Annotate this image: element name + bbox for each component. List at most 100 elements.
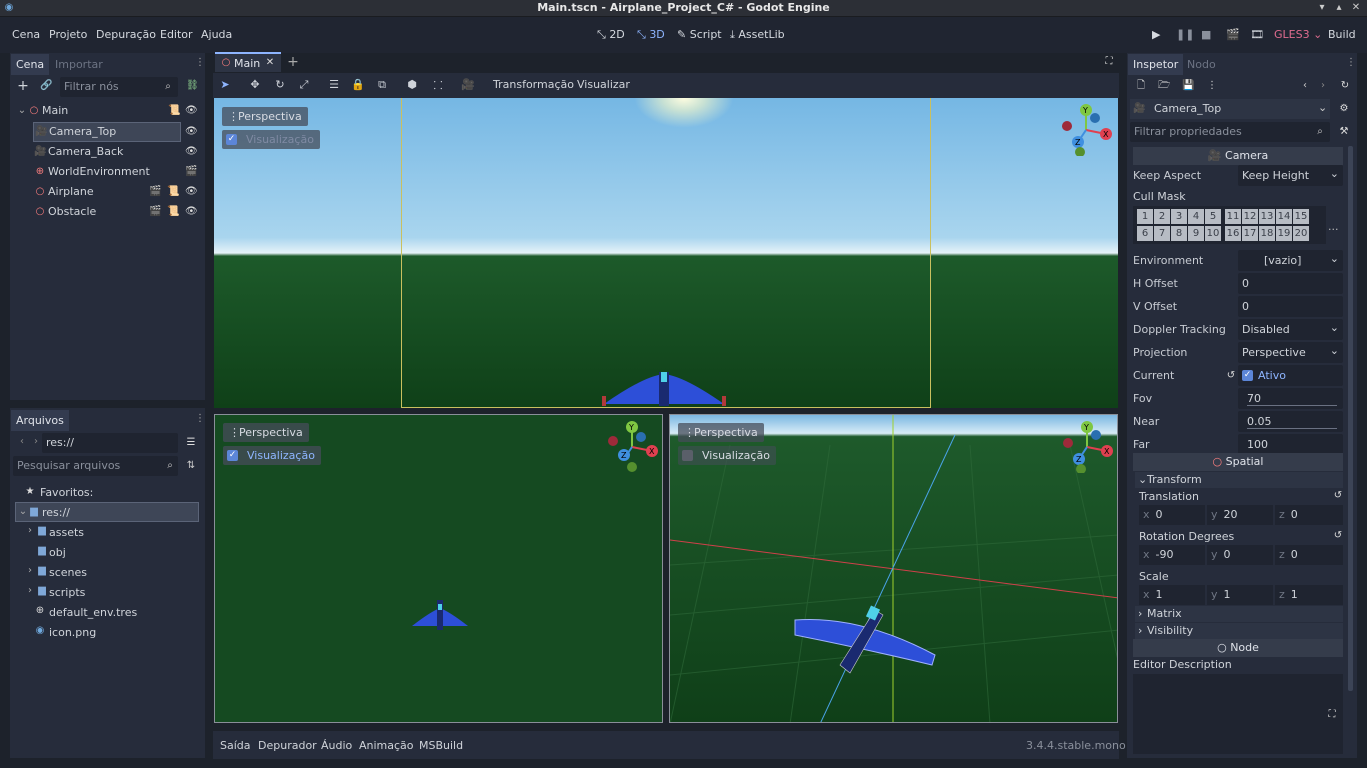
tab-msbuild[interactable]: MSBuild [419, 739, 463, 752]
snap-icon[interactable]: ⸬ [430, 78, 446, 92]
perspective-menu-button[interactable]: ⋮ Perspectiva [678, 423, 764, 442]
axis-gizmo[interactable]: Y X Z [1060, 102, 1112, 156]
group-icon[interactable]: ⧉ [374, 78, 390, 92]
scale-z-field[interactable]: z1 [1275, 585, 1343, 605]
expand-icon[interactable]: ⛶ [1326, 709, 1338, 721]
cull-mask-layer[interactable]: 19 [1276, 226, 1292, 241]
folder-obj[interactable]: ▆ obj [24, 545, 194, 561]
axis-gizmo[interactable]: Y X Z [1061, 419, 1113, 473]
play-scene-button[interactable]: 🎬 [1226, 28, 1240, 41]
menu-editor[interactable]: Editor [160, 28, 193, 41]
new-resource-icon[interactable]: 🗋 [1135, 80, 1147, 92]
select-tool-icon[interactable]: ➤ [217, 78, 233, 92]
h-offset-field[interactable]: 0 [1238, 273, 1343, 294]
inspected-node-select[interactable]: 🎥 Camera_Top ⌄ [1130, 99, 1330, 119]
revert-icon[interactable]: ↺ [1332, 490, 1344, 502]
local-space-icon[interactable]: ⬢ [404, 78, 420, 92]
build-button[interactable]: Build [1328, 28, 1356, 41]
lock-icon[interactable]: 🔒 [350, 78, 366, 92]
path-field[interactable]: res:// [42, 433, 178, 453]
search-files-input[interactable]: Pesquisar arquivos [13, 456, 178, 476]
viewport-bottom-left[interactable]: ⋮ Perspectiva ✓ Visualização Y X Z [214, 414, 663, 723]
dock-menu-icon[interactable]: ⋮ [194, 413, 206, 425]
group-visibility[interactable]: › Visibility [1135, 623, 1343, 639]
play-custom-scene-button[interactable]: 🎞 [1250, 28, 1264, 41]
editor-description-textarea[interactable]: ⛶ [1133, 674, 1343, 754]
near-slider[interactable]: 0.05 [1238, 411, 1343, 432]
tab-inspector[interactable]: Inspetor [1128, 54, 1184, 75]
mode-2d-button[interactable]: ⤡ 2D [597, 28, 625, 42]
dock-menu-icon[interactable]: ⋮ [194, 57, 206, 69]
instance-scene-icon[interactable]: ⛓ [186, 80, 199, 92]
cull-mask-layer[interactable]: 15 [1293, 209, 1309, 224]
viewport-top[interactable]: ⋮ Perspectiva ✓ Visualização Y X Z [214, 98, 1118, 408]
filter-properties-input[interactable]: Filtrar propriedades [1130, 122, 1330, 142]
clapper-icon[interactable]: 🎬 [149, 186, 161, 198]
revert-icon[interactable]: ↺ [1225, 370, 1237, 382]
cull-mask-layer[interactable]: 13 [1259, 209, 1275, 224]
add-node-icon[interactable]: + [17, 79, 29, 93]
inspector-scrollbar[interactable] [1348, 146, 1353, 691]
file-icon-png[interactable]: ◉ icon.png [24, 625, 194, 641]
tab-node[interactable]: Nodo [1182, 54, 1221, 75]
mode-script-button[interactable]: ✎ Script [677, 28, 722, 41]
clapper-icon[interactable]: 🎬 [185, 166, 197, 178]
menu-help[interactable]: Ajuda [201, 28, 232, 41]
cull-mask-layer[interactable]: 16 [1225, 226, 1241, 241]
folder-assets[interactable]: › ▆ assets [24, 525, 194, 541]
menu-scene[interactable]: Cena [12, 28, 40, 41]
axis-gizmo[interactable]: Y X Z [606, 419, 658, 473]
file-default-env[interactable]: ⊕ default_env.tres [24, 605, 194, 621]
transform-menu[interactable]: Transformação [493, 78, 574, 91]
section-node[interactable]: ○ Node [1133, 639, 1343, 657]
group-transform[interactable]: ⌄ Transform [1135, 472, 1343, 488]
camera-preview-icon[interactable]: 🎥 [460, 78, 476, 92]
minimize-icon[interactable]: ▾ [1316, 2, 1328, 14]
v-offset-field[interactable]: 0 [1238, 296, 1343, 317]
tree-item-world-environment[interactable]: ⊕ WorldEnvironment 🎬 [14, 162, 200, 182]
section-camera[interactable]: 🎥 Camera [1133, 147, 1343, 165]
save-icon[interactable]: 💾 [1182, 80, 1194, 92]
rotate-tool-icon[interactable]: ↻ [272, 78, 288, 92]
cull-mask-layer[interactable]: 1 [1137, 209, 1153, 224]
view-menu[interactable]: Visualizar [577, 78, 630, 91]
preview-toggle[interactable]: Visualização [678, 446, 776, 465]
mode-3d-button[interactable]: ⤡ 3D [637, 28, 665, 42]
tab-import[interactable]: Importar [50, 54, 108, 75]
doppler-select[interactable]: Disabled ⌄ [1238, 319, 1343, 340]
tab-main-scene[interactable]: ○ Main ✕ [215, 52, 281, 72]
translation-y-field[interactable]: y 20 [1207, 505, 1273, 525]
forward-arrow-icon[interactable]: › [30, 436, 42, 448]
filter-nodes-input[interactable]: Filtrar nós [60, 77, 178, 97]
history-back-icon[interactable]: ‹ [1299, 80, 1311, 92]
cull-mask-more-button[interactable]: ... [1328, 220, 1339, 233]
perspective-menu-button[interactable]: ⋮ Perspectiva [222, 107, 308, 126]
sort-icon[interactable]: ⇅ [185, 460, 197, 472]
split-mode-icon[interactable]: ☰ [185, 437, 197, 449]
link-icon[interactable]: 🔗 [40, 80, 52, 92]
viewport-bottom-right[interactable]: ⋮ Perspectiva Visualização Y X Z [669, 414, 1118, 723]
expand-arrow-icon[interactable]: › [24, 585, 36, 597]
cull-mask-layer[interactable]: 3 [1171, 209, 1187, 224]
close-window-icon[interactable]: ✕ [1350, 2, 1362, 14]
menu-debug[interactable]: Depuração [96, 28, 156, 41]
environment-picker[interactable]: [vazio] ⌄ [1238, 250, 1343, 271]
cull-mask-layer[interactable]: 2 [1154, 209, 1170, 224]
menu-project[interactable]: Projeto [49, 28, 87, 41]
kebab-icon[interactable]: ⋮ [1206, 80, 1218, 92]
translation-x-field[interactable]: x0 [1139, 505, 1205, 525]
section-spatial[interactable]: ○ Spatial [1133, 453, 1343, 471]
play-button[interactable]: ▶ [1152, 28, 1160, 41]
visibility-eye-icon[interactable]: 👁 [185, 126, 198, 138]
cull-mask-layer[interactable]: 4 [1188, 209, 1204, 224]
rotation-y-field[interactable]: y0 [1207, 545, 1273, 565]
perspective-menu-button[interactable]: ⋮ Perspectiva [223, 423, 309, 442]
list-select-icon[interactable]: ☰ [326, 78, 342, 92]
tab-debugger[interactable]: Depurador [258, 739, 317, 752]
expand-arrow-icon[interactable]: › [24, 565, 36, 577]
visibility-eye-icon[interactable]: 👁 [185, 105, 198, 117]
clapper-icon[interactable]: 🎬 [149, 206, 161, 218]
script-icon[interactable]: 📜 [167, 186, 179, 198]
cull-mask-layer[interactable]: 10 [1205, 226, 1221, 241]
tree-item-obstacle[interactable]: ○ Obstacle 🎬 📜 👁 [14, 202, 200, 222]
